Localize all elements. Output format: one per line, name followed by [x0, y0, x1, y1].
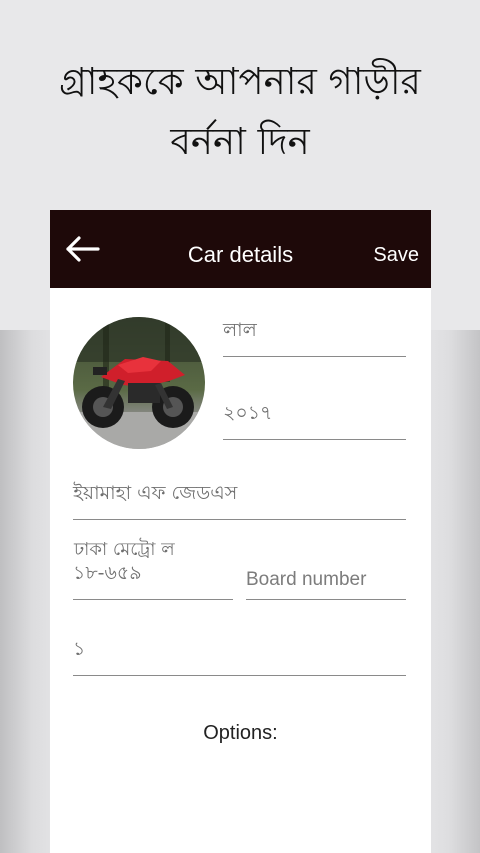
- arrow-left-icon: [66, 236, 100, 262]
- year-value: ২০১৭: [223, 402, 273, 424]
- phone-screen: Car details Save লাল ২০১৭ ইয়ামাহা এফ জে…: [50, 210, 431, 853]
- save-button[interactable]: Save: [373, 210, 419, 300]
- model-value: ইয়ামাহা এফ জেডএস: [73, 482, 238, 504]
- year-field[interactable]: ২০১৭: [223, 402, 406, 440]
- app-bar: Car details Save: [50, 210, 431, 288]
- back-button[interactable]: [64, 234, 104, 264]
- promo-headline-line2: বর্ননা দিন: [170, 120, 310, 163]
- plate-number-field[interactable]: ১৮-৬৫৯: [73, 562, 233, 600]
- motorcycle-image: [73, 317, 205, 449]
- board-number-field[interactable]: Board number: [246, 565, 406, 600]
- vehicle-photo[interactable]: [73, 317, 205, 449]
- color-field[interactable]: লাল: [223, 319, 406, 357]
- color-value: লাল: [223, 319, 257, 341]
- count-field[interactable]: ১: [73, 638, 406, 676]
- model-field[interactable]: ইয়ামাহা এফ জেডএস: [73, 482, 406, 520]
- count-value: ১: [73, 638, 86, 660]
- options-label: Options:: [203, 722, 278, 744]
- plate-number-value: ১৮-৬৫৯: [73, 562, 142, 584]
- board-number-placeholder: Board number: [246, 569, 367, 590]
- promo-headline: গ্রাহককে আপনার গাড়ীর বর্ননা দিন: [0, 52, 480, 172]
- promo-headline-line1: গ্রাহককে আপনার গাড়ীর: [59, 60, 421, 103]
